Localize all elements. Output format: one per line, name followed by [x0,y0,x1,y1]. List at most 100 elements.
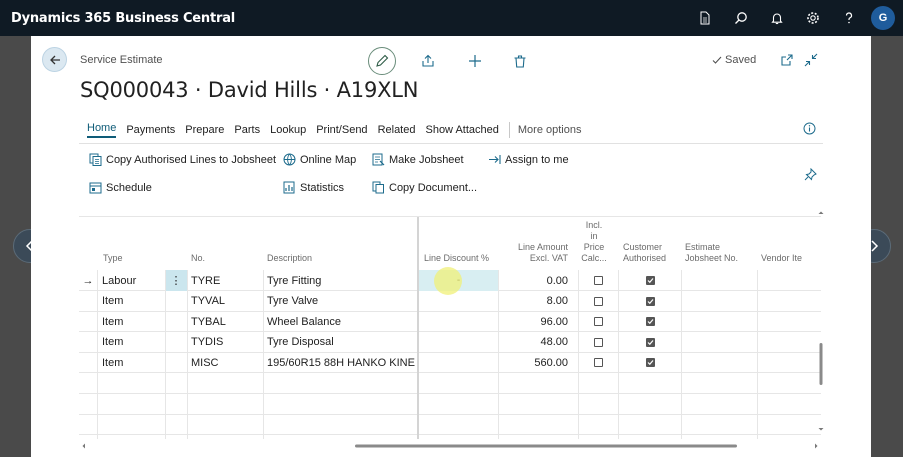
cell-line-amount[interactable]: 0.00 [499,270,568,291]
cell-customer-authorised[interactable] [619,311,681,332]
cell-customer-authorised[interactable] [619,332,681,353]
cell-description[interactable]: Tyre Fitting [267,270,415,291]
cell-estimate-jobsheet[interactable] [685,270,755,291]
menu-item-home[interactable]: Home [87,122,117,138]
column-header-vendor-item[interactable]: Vendor Ite [761,217,802,270]
cell-incl-price[interactable] [579,352,618,373]
cell-no[interactable]: TYVAL [191,291,261,312]
cell-estimate-jobsheet[interactable] [685,332,755,353]
cell-estimate-jobsheet[interactable] [685,311,755,332]
menu-item-print-send[interactable]: Print/Send [316,124,367,136]
cell-line-discount[interactable] [419,311,498,332]
open-new-window-button[interactable] [779,52,795,68]
help-icon[interactable] [831,0,867,36]
cell-type[interactable]: Item [102,352,164,373]
assign-to-me-action[interactable]: Assign to me [488,153,569,166]
column-header-incl-price[interactable]: Incl. in Price Calc... [579,217,609,270]
table-row[interactable]: Item TYDIS Tyre Disposal 48.00 [79,332,821,353]
make-jobsheet-action[interactable]: Make Jobsheet [372,153,464,166]
horizontal-scrollbar[interactable] [79,438,821,449]
cell-customer-authorised[interactable] [619,291,681,312]
menu-item-prepare[interactable]: Prepare [185,124,224,136]
info-button[interactable] [803,122,816,140]
cell-line-discount[interactable] [419,332,498,353]
edit-button[interactable] [368,47,396,75]
table-row[interactable]: Item MISC 195/60R15 88H HANKO KINER... 560.… [79,352,821,374]
gear-icon[interactable] [795,0,831,36]
cell-description[interactable]: Tyre Valve [267,291,415,312]
column-header-no[interactable]: No. [191,217,205,270]
checkbox-unchecked[interactable] [594,317,603,327]
checkbox-unchecked[interactable] [594,337,603,347]
column-header-description[interactable]: Description [267,217,312,270]
cell-type[interactable]: Item [102,311,164,332]
cell-type[interactable]: Item [102,332,164,353]
cell-line-amount[interactable]: 560.00 [499,352,568,373]
column-header-customer-authorised[interactable]: Customer Authorised [623,217,666,270]
table-row[interactable]: Item TYBAL Wheel Balance 96.00 [79,311,821,333]
cell-line-amount[interactable]: 96.00 [499,311,568,332]
cell-incl-price[interactable] [579,332,618,353]
column-header-line-discount[interactable]: Line Discount % [424,217,489,270]
vertical-scrollbar[interactable] [816,210,826,432]
copy-authorised-lines-action[interactable]: Copy Authorised Lines to Jobsheet [89,153,276,166]
cell-description[interactable]: Wheel Balance [267,311,415,332]
back-button[interactable] [42,47,67,72]
checkbox-unchecked[interactable] [594,276,603,285]
cell-description[interactable]: 195/60R15 88H HANKO KINER... [267,352,415,373]
cell-customer-authorised[interactable] [619,352,681,373]
cell-incl-price[interactable] [579,311,618,332]
checkbox-unchecked[interactable] [594,358,603,368]
cell-no[interactable]: TYDIS [191,332,261,353]
cell-type[interactable]: Labour [102,270,164,291]
menu-item-show-attached[interactable]: Show Attached [425,124,498,136]
statistics-action[interactable]: Statistics [283,181,344,194]
empty-table-row[interactable] [79,373,821,394]
bell-icon[interactable] [759,0,795,36]
document-icon[interactable] [687,0,723,36]
column-header-line-amount[interactable]: Line Amount Excl. VAT [501,217,568,270]
share-button[interactable] [415,48,441,74]
more-options-button[interactable]: More options [518,124,582,136]
menu-item-related[interactable]: Related [378,124,416,136]
cell-no[interactable]: MISC [191,352,261,373]
menu-item-lookup[interactable]: Lookup [270,124,306,136]
checkbox-checked[interactable] [645,296,655,306]
search-icon[interactable] [723,0,759,36]
checkbox-checked[interactable] [645,337,655,347]
cell-incl-price[interactable] [579,270,618,291]
cell-line-amount[interactable]: 8.00 [499,291,568,312]
cell-no[interactable]: TYBAL [191,311,261,332]
cell-customer-authorised[interactable] [619,270,681,291]
cell-line-discount[interactable] [419,291,498,312]
cell-estimate-jobsheet[interactable] [685,291,755,312]
online-map-action[interactable]: Online Map [283,153,356,166]
checkbox-unchecked[interactable] [594,296,603,306]
pin-action-bar-button[interactable] [804,167,817,186]
user-avatar[interactable]: G [871,6,895,30]
column-header-estimate-jobsheet[interactable]: Estimate Jobsheet No. [685,217,738,270]
schedule-action[interactable]: Schedule [89,181,152,194]
cell-estimate-jobsheet[interactable] [685,352,755,373]
delete-button[interactable] [507,48,533,74]
menu-item-parts[interactable]: Parts [234,124,260,136]
empty-table-row[interactable] [79,414,821,436]
cell-line-amount[interactable]: 48.00 [499,332,568,353]
app-title[interactable]: Dynamics 365 Business Central [0,11,235,26]
empty-table-row[interactable] [79,394,821,415]
menu-item-payments[interactable]: Payments [126,124,175,136]
column-header-type[interactable]: Type [103,217,123,270]
cell-description[interactable]: Tyre Disposal [267,332,415,353]
checkbox-checked[interactable] [645,276,655,285]
copy-document-action[interactable]: Copy Document... [372,181,477,194]
collapse-button[interactable] [803,52,819,68]
cell-incl-price[interactable] [579,291,618,312]
new-button[interactable] [462,48,488,74]
checkbox-checked[interactable] [645,317,655,327]
checkbox-checked[interactable] [645,358,655,368]
cell-type[interactable]: Item [102,291,164,312]
row-actions-menu-button[interactable]: ⋮ [165,270,187,291]
cell-no[interactable]: TYRE [191,270,261,291]
cell-line-discount[interactable] [419,352,498,373]
column-divider [263,270,264,439]
